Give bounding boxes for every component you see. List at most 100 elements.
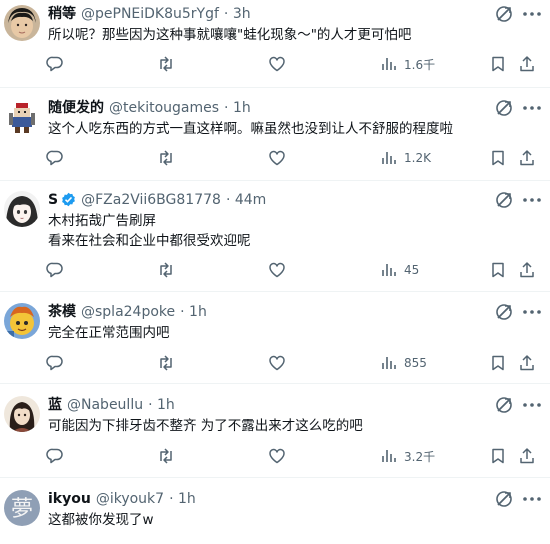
retweet-button[interactable] (157, 445, 175, 467)
reply-post[interactable]: 随便发的 @tekitougames · 1h 这个人吃东西的方式一直这样啊。嘛虽然… (0, 99, 550, 179)
grok-icon[interactable] (494, 98, 514, 118)
views-icon (382, 450, 396, 462)
display-name[interactable]: S (48, 192, 58, 208)
views-icon (382, 58, 396, 70)
views-count: 45 (404, 263, 420, 277)
post-time[interactable]: · 44m (226, 192, 266, 208)
retweet-button[interactable] (157, 259, 175, 281)
like-button[interactable] (268, 352, 286, 374)
divider (0, 383, 550, 384)
like-button[interactable] (268, 147, 286, 169)
post-text: 木村拓哉广告刷屏 看来在社会和企业中都很受欢迎呢 (48, 211, 251, 251)
more-icon[interactable] (520, 395, 544, 415)
retweet-icon (160, 448, 172, 464)
grok-icon[interactable] (494, 190, 514, 210)
reply-icon (46, 448, 63, 464)
reply-button[interactable] (46, 352, 64, 374)
more-icon[interactable] (520, 302, 544, 322)
action-bar: 855 (0, 352, 550, 374)
grok-icon[interactable] (494, 302, 514, 322)
views-button[interactable]: 45 (380, 259, 419, 281)
grok-icon[interactable] (494, 395, 514, 415)
share-button[interactable] (518, 445, 536, 467)
like-icon (269, 262, 285, 278)
display-name[interactable]: 随便发的 (48, 100, 104, 116)
avatar[interactable]: 夢 (4, 490, 40, 526)
avatar[interactable] (4, 5, 40, 41)
like-button[interactable] (268, 445, 286, 467)
divider (0, 87, 550, 88)
post-text: 可能因为下排牙齿不整齐 为了不露出来才这么吃的吧 (48, 416, 363, 436)
reply-button[interactable] (46, 445, 64, 467)
more-icon[interactable] (520, 98, 544, 118)
post-time[interactable]: · 3h (224, 6, 251, 22)
more-icon[interactable] (520, 489, 544, 509)
views-count: 855 (404, 356, 427, 370)
like-icon (269, 448, 285, 464)
reply-post[interactable]: S @FZa2Vii6BG81778 · 44m 木村拓哉广告刷屏 看来在社会和企业… (0, 191, 550, 291)
share-button[interactable] (518, 259, 536, 281)
avatar[interactable] (4, 396, 40, 432)
reply-post[interactable]: 夢 ikyou @ikyouk7 · 1h 这都被你发现了w (0, 490, 550, 544)
post-time[interactable]: · 1h (180, 304, 207, 320)
grok-icon[interactable] (494, 489, 514, 509)
reply-post[interactable]: 蓝 @Nabeullu · 1h 可能因为下排牙齿不整齐 为了不露出来才这么吃的吧 … (0, 396, 550, 476)
like-icon (269, 56, 285, 72)
divider (0, 180, 550, 181)
action-bar: 45 (0, 259, 550, 281)
user-handle[interactable]: @ikyouk7 (96, 491, 164, 507)
bookmark-button[interactable] (489, 147, 507, 169)
share-button[interactable] (518, 352, 536, 374)
bookmark-button[interactable] (489, 53, 507, 75)
avatar[interactable] (4, 99, 40, 135)
more-icon[interactable] (520, 4, 544, 24)
bookmark-button[interactable] (489, 445, 507, 467)
grok-icon[interactable] (494, 4, 514, 24)
reply-button[interactable] (46, 147, 64, 169)
like-button[interactable] (268, 259, 286, 281)
retweet-button[interactable] (157, 147, 175, 169)
bookmark-icon (492, 262, 504, 278)
user-handle[interactable]: @Nabeullu (67, 397, 143, 413)
share-button[interactable] (518, 53, 536, 75)
retweet-button[interactable] (157, 352, 175, 374)
bookmark-button[interactable] (489, 259, 507, 281)
reply-button[interactable] (46, 259, 64, 281)
views-button[interactable]: 855 (380, 352, 427, 374)
display-name[interactable]: 稍等 (48, 6, 76, 22)
post-text-line: 完全在正常范围内吧 (48, 325, 170, 341)
divider (0, 291, 550, 292)
user-handle[interactable]: @pePNEiDK8u5rYgf (81, 6, 219, 22)
post-text: 这个人吃东西的方式一直这样啊。嘛虽然也没到让人不舒服的程度啦 (48, 119, 453, 139)
views-button[interactable]: 3.2千 (380, 445, 435, 467)
retweet-icon (160, 262, 172, 278)
user-handle[interactable]: @tekitougames (109, 100, 219, 116)
more-icon[interactable] (520, 190, 544, 210)
like-button[interactable] (268, 53, 286, 75)
post-time[interactable]: · 1h (224, 100, 251, 116)
views-button[interactable]: 1.6千 (380, 53, 435, 75)
retweet-button[interactable] (157, 53, 175, 75)
retweet-icon (160, 355, 172, 371)
avatar[interactable] (4, 191, 40, 227)
post-time[interactable]: · 1h (148, 397, 175, 413)
views-icon (382, 264, 396, 276)
user-handle[interactable]: @spla24poke (81, 304, 175, 320)
display-name[interactable]: 蓝 (48, 397, 62, 413)
user-handle[interactable]: @FZa2Vii6BG81778 (81, 192, 221, 208)
views-count: 3.2千 (404, 449, 436, 464)
share-button[interactable] (518, 147, 536, 169)
views-button[interactable]: 1.2K (380, 147, 431, 169)
retweet-icon (160, 150, 172, 166)
display-name[interactable]: ikyou (48, 491, 91, 507)
reply-button[interactable] (46, 53, 64, 75)
divider (0, 477, 550, 478)
avatar[interactable] (4, 303, 40, 339)
reply-post[interactable]: 稍等 @pePNEiDK8u5rYgf · 3h 所以呢？那些因为这种事就嚷嚷"蛙化… (0, 5, 550, 85)
bookmark-button[interactable] (489, 352, 507, 374)
display-name[interactable]: 茶模 (48, 304, 76, 320)
reply-post[interactable]: 茶模 @spla24poke · 1h 完全在正常范围内吧 855 (0, 303, 550, 383)
post-text: 所以呢？那些因为这种事就嚷嚷"蛙化现象～"的人才更可怕吧 (48, 25, 411, 45)
retweet-icon (160, 56, 172, 72)
post-time[interactable]: · 1h (169, 491, 196, 507)
